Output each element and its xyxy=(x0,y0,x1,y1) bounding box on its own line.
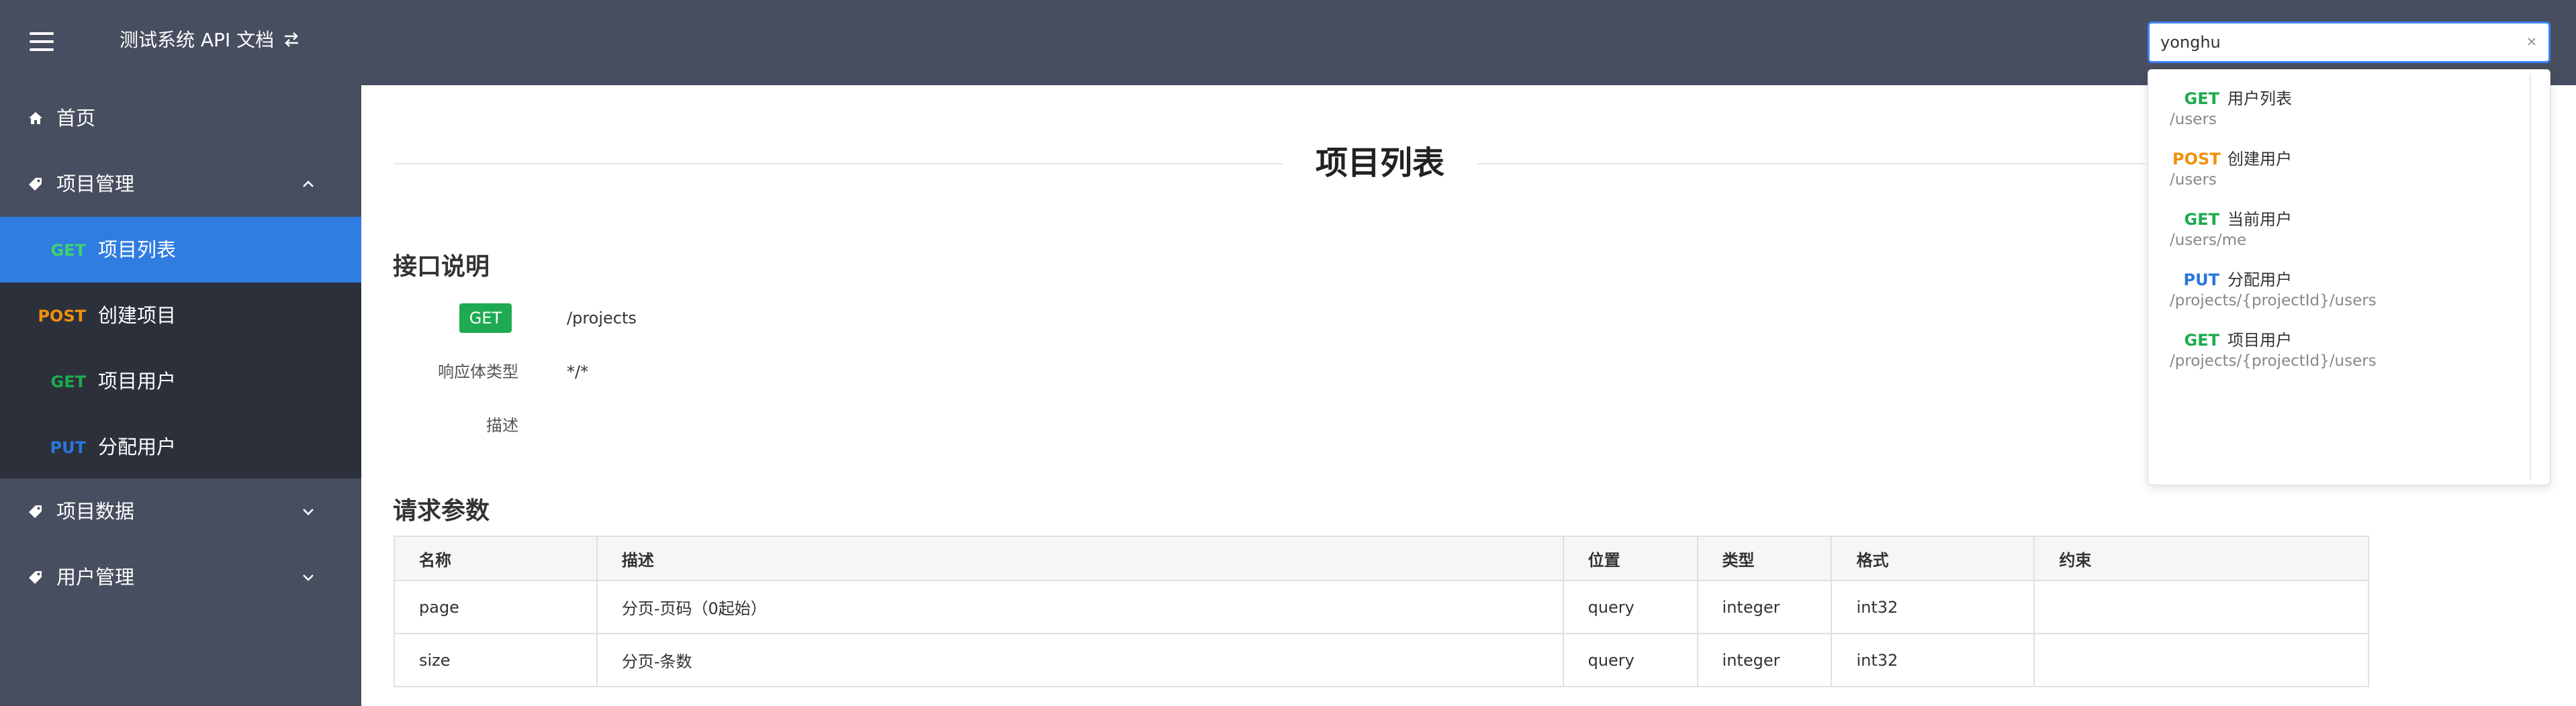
sidebar-group-label: 项目管理 xyxy=(56,172,135,195)
table-cell: 分页-页码（0起始） xyxy=(596,580,1564,634)
tag-icon xyxy=(29,505,42,518)
search-input[interactable] xyxy=(2159,23,2508,61)
result-name: 创建用户 xyxy=(2227,150,2292,168)
chevron-down-icon xyxy=(303,509,314,515)
table-cell: int32 xyxy=(1831,580,2035,634)
method-label: PUT xyxy=(2183,270,2219,289)
result-path: /users/me xyxy=(2170,232,2247,249)
sidebar-item-label: 项目列表 xyxy=(98,238,177,261)
params-table: 名称 描述 位置 类型 格式 约束 page 分页-页码（0起始） query … xyxy=(394,536,2369,687)
sidebar-item-home[interactable]: 首页 xyxy=(0,85,361,151)
search-result-item[interactable]: POST 创建用户 /users xyxy=(2148,144,2531,197)
search-result-item[interactable]: GET 当前用户 /users/me xyxy=(2148,204,2531,258)
table-cell: integer xyxy=(1696,633,1833,687)
sidebar: 首页 项目管理 GET 项目列表 POST 创建项目 GET 项目用户 PUT … xyxy=(0,85,361,706)
result-name: 当前用户 xyxy=(2227,210,2292,229)
method-label: POST xyxy=(2172,150,2221,168)
method-label: POST xyxy=(38,307,86,325)
method-label: GET xyxy=(50,372,86,391)
method-label: GET xyxy=(2184,210,2219,229)
table-row: size 分页-条数 query integer int32 xyxy=(394,633,2369,687)
column-header: 名称 xyxy=(394,536,598,581)
method-label: PUT xyxy=(50,438,86,457)
table-cell: int32 xyxy=(1831,633,2035,687)
description-label: 描述 xyxy=(486,416,518,435)
search-results-dropdown: GET 用户列表 /users POST 创建用户 /users GET 当前用户 /… xyxy=(2148,69,2550,485)
sidebar-item-create-project[interactable]: POST 创建项目 xyxy=(0,283,361,348)
chevron-down-icon xyxy=(303,574,314,581)
table-cell: query xyxy=(1562,633,1698,687)
result-path: /users xyxy=(2170,171,2217,189)
table-cell xyxy=(2033,580,2369,634)
sidebar-item-project-users[interactable]: GET 项目用户 xyxy=(0,348,361,414)
method-label: GET xyxy=(50,241,86,260)
sidebar-item-label: 首页 xyxy=(56,107,96,130)
hamburger-icon[interactable] xyxy=(30,32,54,51)
dropdown-scrollbar[interactable] xyxy=(2530,74,2531,481)
table-cell: query xyxy=(1562,580,1698,634)
sidebar-item-label: 创建项目 xyxy=(98,304,177,327)
home-icon xyxy=(29,112,42,124)
sidebar-item-assign-users[interactable]: PUT 分配用户 xyxy=(0,414,361,480)
table-cell: 分页-条数 xyxy=(596,633,1564,687)
swap-icon[interactable] xyxy=(282,30,301,50)
result-path: /projects/{projectId}/users xyxy=(2170,292,2377,309)
table-row: page 分页-页码（0起始） query integer int32 xyxy=(394,580,2369,634)
search-result-item[interactable]: GET 用户列表 /users xyxy=(2148,83,2531,137)
search-result-item[interactable]: GET 项目用户 /projects/{projectId}/users xyxy=(2148,325,2531,379)
result-name: 分配用户 xyxy=(2227,270,2292,289)
title-divider-left xyxy=(394,163,1283,164)
close-icon[interactable] xyxy=(2523,33,2540,50)
sidebar-item-label: 项目用户 xyxy=(98,370,177,393)
column-header: 位置 xyxy=(1562,536,1698,581)
interface-section-title: 接口说明 xyxy=(393,253,490,281)
sidebar-item-project-list[interactable]: GET 项目列表 xyxy=(0,217,361,283)
column-header: 类型 xyxy=(1696,536,1833,581)
table-cell xyxy=(2033,633,2369,687)
column-header: 约束 xyxy=(2033,536,2369,581)
search-result-item[interactable]: PUT 分配用户 /projects/{projectId}/users xyxy=(2148,264,2531,318)
table-cell: size xyxy=(394,633,598,687)
page-title: 项目列表 xyxy=(1315,144,1444,182)
table-cell: integer xyxy=(1696,580,1833,634)
method-label: GET xyxy=(2184,89,2219,108)
sidebar-group-project-data[interactable]: 项目数据 xyxy=(0,478,361,544)
column-header: 格式 xyxy=(1831,536,2035,581)
chevron-up-icon xyxy=(303,181,314,187)
method-label: GET xyxy=(2184,331,2219,350)
method-badge: GET xyxy=(459,303,512,333)
result-path: /users xyxy=(2170,111,2217,128)
tag-icon xyxy=(29,178,42,191)
search-box xyxy=(2148,21,2550,63)
sidebar-group-user-management[interactable]: 用户管理 xyxy=(0,544,361,610)
response-type-value: */* xyxy=(567,362,589,381)
table-cell: page xyxy=(394,580,598,634)
sidebar-group-project-management[interactable]: 项目管理 xyxy=(0,151,361,217)
table-header-row: 名称 描述 位置 类型 格式 约束 xyxy=(394,536,2369,581)
sidebar-group-label: 项目数据 xyxy=(56,500,135,523)
result-path: /projects/{projectId}/users xyxy=(2170,352,2377,370)
endpoint-path: /projects xyxy=(567,309,637,327)
result-name: 用户列表 xyxy=(2227,89,2292,108)
app-title: 测试系统 API 文档 xyxy=(120,29,275,51)
params-section-title: 请求参数 xyxy=(393,497,490,525)
submenu-project-management: GET 项目列表 POST 创建项目 GET 项目用户 PUT 分配用户 xyxy=(0,217,361,478)
column-header: 描述 xyxy=(596,536,1564,581)
response-type-label: 响应体类型 xyxy=(438,362,518,381)
tag-icon xyxy=(29,571,42,584)
sidebar-item-label: 分配用户 xyxy=(98,436,177,458)
result-name: 项目用户 xyxy=(2227,331,2292,350)
title-divider-right xyxy=(1477,163,2148,164)
sidebar-group-label: 用户管理 xyxy=(56,566,135,589)
